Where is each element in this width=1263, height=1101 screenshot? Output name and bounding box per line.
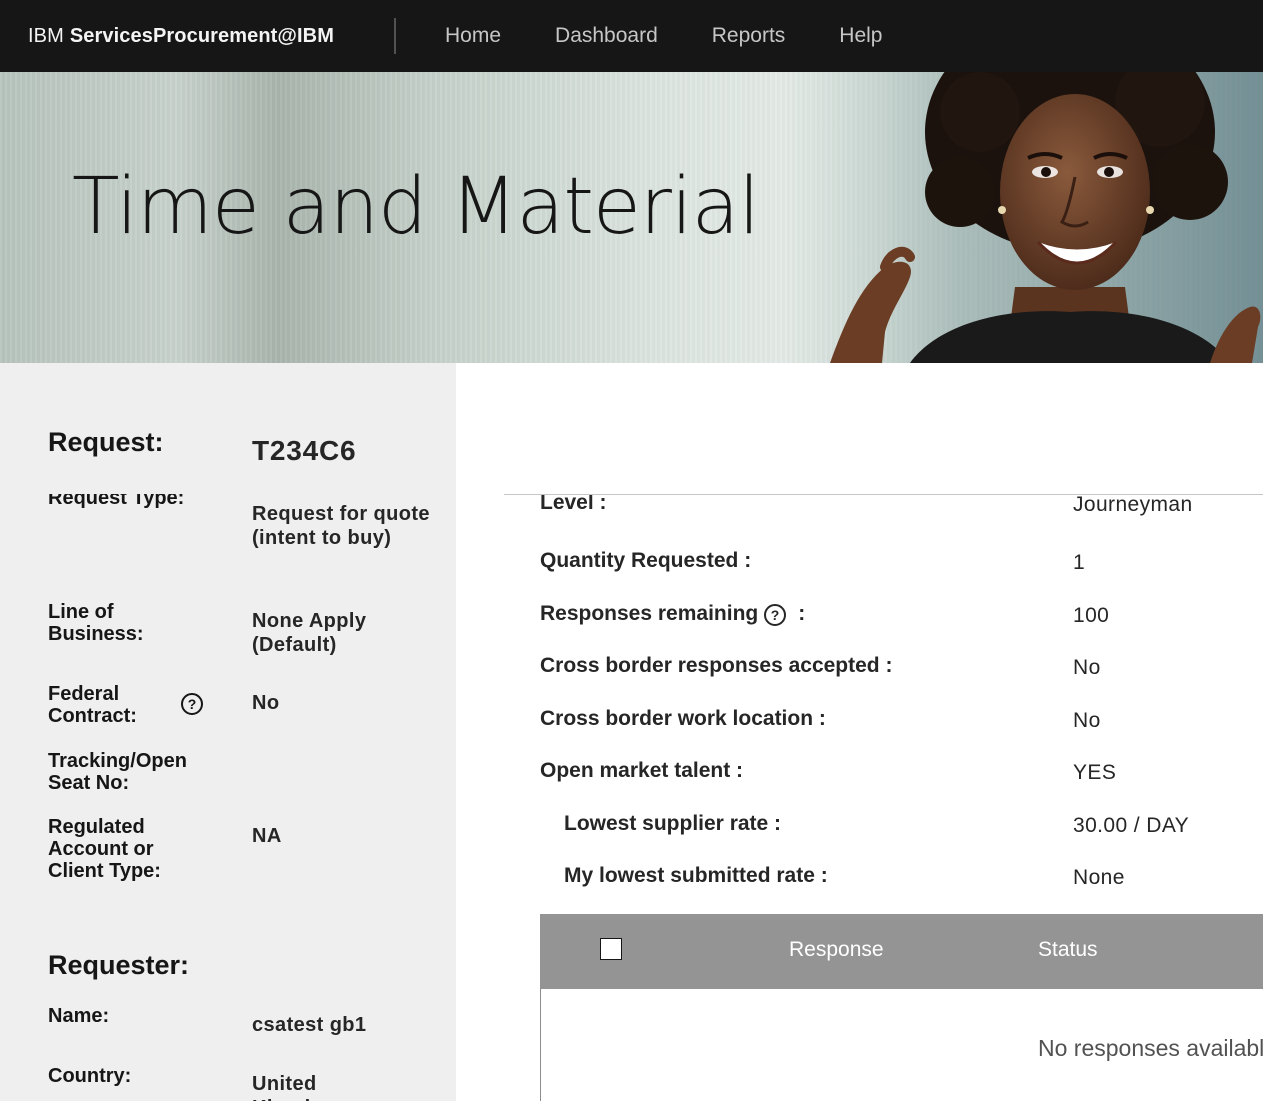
my-lowest-rate-label: My lowest submitted rate :	[564, 864, 828, 887]
nav-divider	[394, 18, 396, 54]
federal-contract-help-icon[interactable]: ?	[181, 693, 203, 715]
requester-heading: Requester:	[48, 950, 190, 980]
line-of-business-label: Line of Business:	[48, 601, 144, 645]
quantity-requested-label: Quantity Requested :	[540, 549, 752, 572]
request-type-value: Request for quote (intent to buy)	[252, 503, 430, 549]
requester-name-value: csatest gb1	[252, 1014, 367, 1036]
my-lowest-rate-value: None	[1073, 866, 1125, 889]
regulated-account-value: NA	[252, 825, 282, 847]
request-type-label: Request Type:	[48, 494, 185, 509]
column-header-response[interactable]: Response	[789, 938, 884, 962]
request-details-panel: Level : Journeyman Quantity Requested : …	[456, 363, 1263, 1101]
requester-name-label: Name:	[48, 1005, 110, 1027]
cross-border-location-value: No	[1073, 709, 1101, 732]
details-scroll-area[interactable]: Level : Journeyman Quantity Requested : …	[456, 495, 1263, 1101]
nav-link-reports[interactable]: Reports	[685, 24, 813, 48]
nav-links: Home Dashboard Reports Help	[418, 0, 910, 72]
quantity-requested-value: 1	[1073, 551, 1086, 574]
column-header-status[interactable]: Status	[1038, 938, 1098, 962]
nav-link-help[interactable]: Help	[812, 24, 909, 48]
select-all-checkbox[interactable]	[600, 938, 622, 960]
lowest-supplier-rate-value: 30.00 / DAY	[1073, 814, 1190, 837]
level-value: Journeyman	[1073, 495, 1193, 516]
request-summary-panel: Request: T234C6 Request Type: Request fo…	[0, 363, 456, 1101]
level-label: Level :	[540, 495, 607, 514]
brand-name: ServicesProcurement@IBM	[69, 24, 334, 47]
top-navigation: IBM ServicesProcurement@IBM Home Dashboa…	[0, 0, 1263, 72]
lowest-supplier-rate-label: Lowest supplier rate :	[564, 812, 782, 835]
cross-border-responses-label: Cross border responses accepted :	[540, 654, 893, 677]
tracking-seat-label: Tracking/Open Seat No:	[48, 750, 187, 794]
responses-table-body: No responses available	[540, 989, 1263, 1101]
cross-border-location-label: Cross border work location :	[540, 707, 826, 730]
requester-country-label: Country:	[48, 1065, 132, 1087]
cross-border-responses-value: No	[1073, 656, 1101, 679]
responses-table: Response Status No responses available	[540, 914, 1263, 1101]
request-id: T234C6	[252, 435, 357, 466]
empty-state-message: No responses available	[1038, 1035, 1263, 1061]
responses-remaining-value: 100	[1073, 604, 1110, 627]
responses-remaining-help-icon[interactable]: ?	[764, 604, 786, 626]
request-heading: Request:	[48, 427, 164, 457]
nav-link-dashboard[interactable]: Dashboard	[528, 24, 685, 48]
federal-contract-value: No	[252, 692, 280, 714]
requester-country-value: United Kingdom	[252, 1073, 341, 1101]
regulated-account-label: Regulated Account or Client Type:	[48, 816, 161, 882]
nav-link-home[interactable]: Home	[418, 24, 528, 48]
open-market-talent-label: Open market talent :	[540, 759, 744, 782]
federal-contract-label: Federal Contract:	[48, 683, 137, 727]
hero-photo	[790, 72, 1263, 363]
page-title: Time and Material	[72, 162, 760, 252]
responses-table-header: Response Status	[540, 914, 1263, 989]
line-of-business-value: None Apply (Default)	[252, 610, 367, 656]
brand-logo[interactable]: IBM ServicesProcurement@IBM	[28, 0, 334, 72]
brand-prefix: IBM	[28, 24, 64, 47]
open-market-talent-value: YES	[1073, 761, 1117, 784]
hero-banner: Time and Material	[0, 72, 1263, 363]
